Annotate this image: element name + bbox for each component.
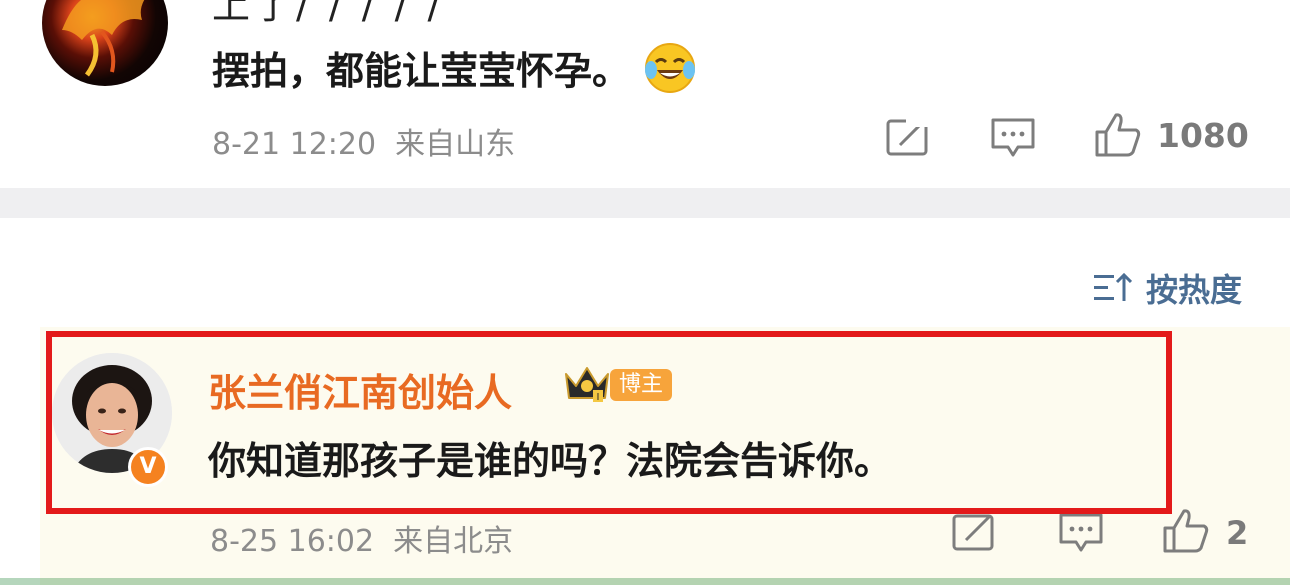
sort-icon [1093,272,1132,301]
sort-label: 按热度 [1145,271,1242,309]
like-icon[interactable] [1094,112,1142,162]
comment-icon[interactable] [990,117,1036,163]
share-icon[interactable] [886,117,932,161]
section-divider [0,188,1290,218]
author-comment-meta: 8-25 16:02 来自北京 [210,516,513,560]
comment-text: 摆拍，都能让莹莹怀孕。 [212,40,696,95]
comment-timestamp: 8-21 12:20 [212,127,377,162]
sort-by-popularity-button[interactable]: 按热度 [1093,265,1242,311]
like-count: 1080 [1157,116,1249,155]
comment-body: 摆拍，都能让莹莹怀孕。 [212,49,631,93]
commenter-avatar[interactable] [42,0,168,86]
author-comment-location: 来自北京 [393,524,514,559]
like-count: 2 [1226,514,1249,552]
like-icon[interactable] [1162,508,1210,558]
author-comment-timestamp: 8-25 16:02 [210,524,375,559]
comment-location: 来自山东 [395,127,516,162]
previous-comment-text: 上了/ / / / / [212,0,445,27]
bottom-edge [0,578,1290,585]
comment-icon[interactable] [1058,512,1104,558]
red-highlight-annotation [46,331,1172,514]
laughing-crying-emoji-icon [644,42,696,94]
comment-meta: 8-21 12:20 来自山东 [212,119,515,163]
share-icon[interactable] [952,512,998,556]
